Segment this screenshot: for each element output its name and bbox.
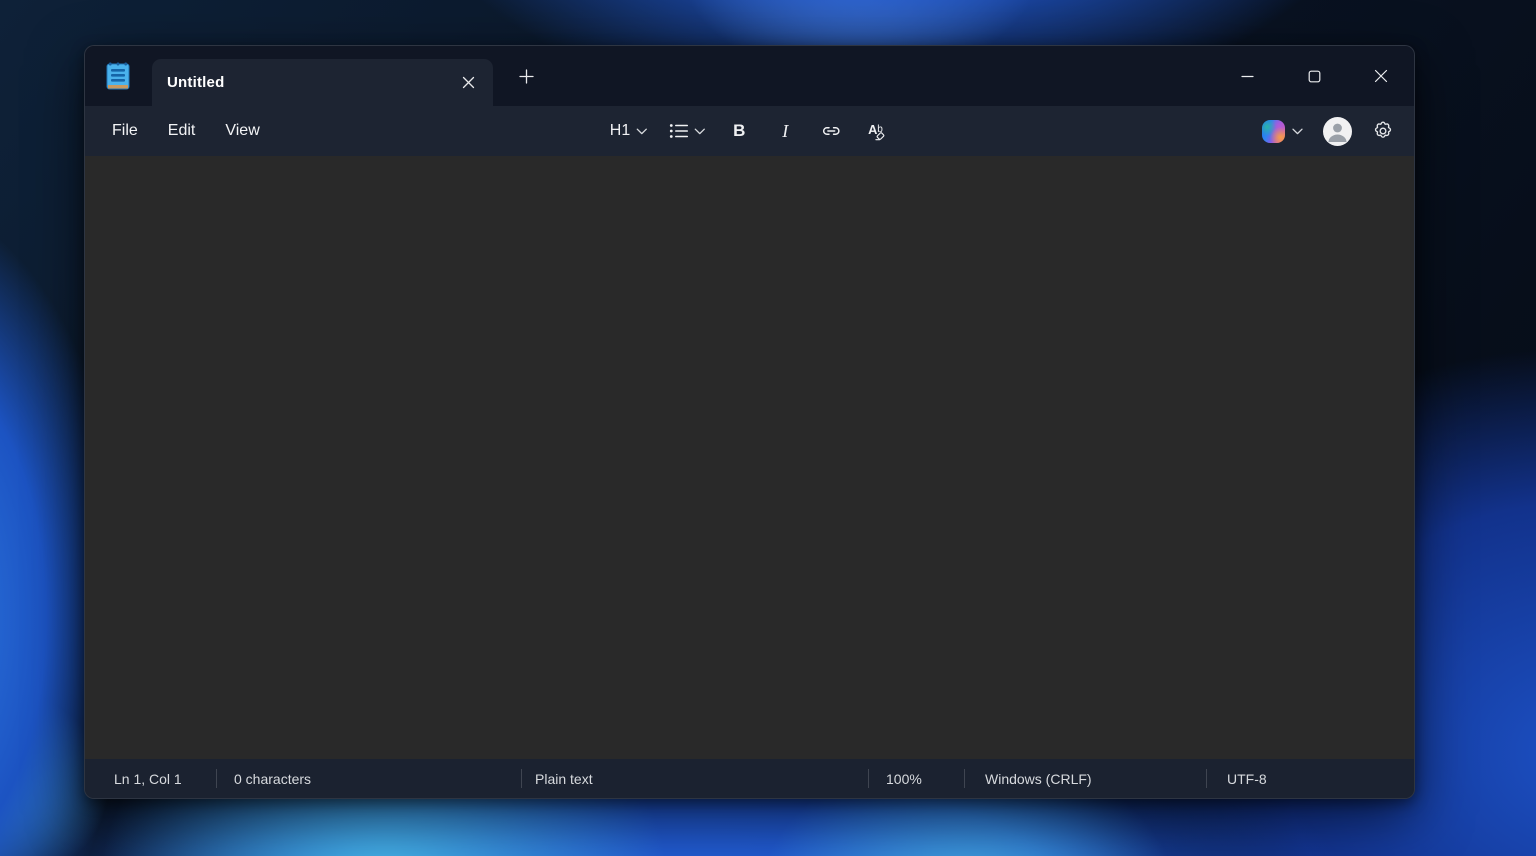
- list-style-button[interactable]: [664, 114, 710, 148]
- plus-icon: [519, 69, 534, 84]
- status-divider: [216, 769, 217, 788]
- account-toolbar: [1258, 114, 1398, 148]
- bold-button[interactable]: B: [722, 114, 756, 148]
- account-icon: [1323, 117, 1352, 146]
- menu-view[interactable]: View: [210, 115, 274, 147]
- desktop-wallpaper: Untitled: [0, 0, 1536, 856]
- svg-text:A: A: [868, 122, 877, 137]
- status-document-type: Plain text: [535, 771, 593, 787]
- gear-icon: [1372, 120, 1394, 142]
- close-icon: [462, 76, 475, 89]
- status-character-count: 0 characters: [234, 771, 311, 787]
- command-bar: File Edit View H1: [85, 106, 1414, 156]
- status-encoding: UTF-8: [1227, 771, 1267, 787]
- new-tab-button[interactable]: [509, 60, 543, 92]
- status-divider: [521, 769, 522, 788]
- close-window-button[interactable]: [1358, 58, 1404, 94]
- chevron-down-icon: [1292, 128, 1303, 135]
- settings-button[interactable]: [1368, 114, 1398, 148]
- notepad-icon: [104, 61, 132, 92]
- maximize-icon: [1308, 70, 1321, 83]
- bullet-list-icon: [669, 123, 688, 139]
- status-cursor-position: Ln 1, Col 1: [114, 771, 182, 787]
- insert-link-button[interactable]: [814, 114, 848, 148]
- status-divider: [964, 769, 965, 788]
- notepad-window: Untitled: [84, 45, 1415, 799]
- text-editor-area[interactable]: [85, 156, 1414, 759]
- tab-untitled[interactable]: Untitled: [152, 59, 493, 106]
- maximize-button[interactable]: [1291, 58, 1337, 94]
- clear-formatting-button[interactable]: A b: [860, 114, 894, 148]
- chevron-down-icon: [694, 128, 705, 135]
- italic-icon: I: [782, 121, 788, 142]
- bold-icon: B: [733, 121, 745, 141]
- formatting-toolbar: H1 B: [605, 114, 894, 148]
- minimize-button[interactable]: [1224, 58, 1270, 94]
- tab-close-button[interactable]: [453, 68, 483, 98]
- menu-edit[interactable]: Edit: [153, 115, 211, 147]
- chevron-down-icon: [636, 128, 647, 135]
- minimize-icon: [1241, 70, 1254, 83]
- copilot-icon: [1262, 120, 1285, 143]
- status-divider: [868, 769, 869, 788]
- close-icon: [1374, 69, 1388, 83]
- account-button[interactable]: [1319, 114, 1356, 148]
- heading-style-button[interactable]: H1: [605, 114, 652, 148]
- window-controls: [1224, 46, 1404, 106]
- status-line-ending: Windows (CRLF): [985, 771, 1092, 787]
- copilot-button[interactable]: [1258, 114, 1307, 148]
- status-divider: [1206, 769, 1207, 788]
- status-zoom-level: 100%: [886, 771, 922, 787]
- titlebar[interactable]: Untitled: [85, 46, 1414, 106]
- menu-bar: File Edit View: [85, 115, 275, 147]
- status-bar: Ln 1, Col 1 0 characters Plain text 100%…: [85, 759, 1414, 798]
- clear-formatting-icon: A b: [866, 120, 888, 142]
- tab-title: Untitled: [167, 74, 224, 91]
- menu-file[interactable]: File: [97, 115, 153, 147]
- italic-button[interactable]: I: [768, 114, 802, 148]
- link-icon: [820, 120, 842, 142]
- heading-style-label: H1: [610, 122, 630, 140]
